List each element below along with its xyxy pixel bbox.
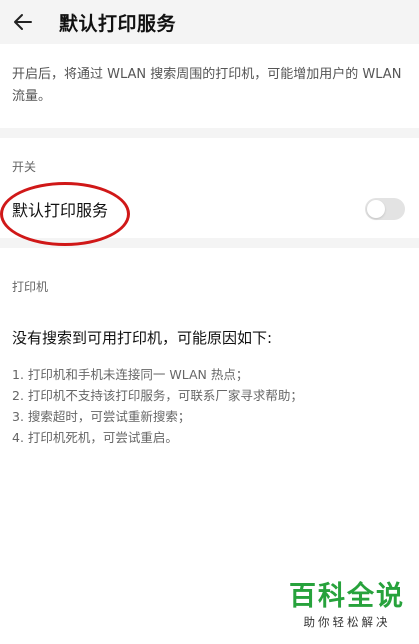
printer-section-label: 打印机 bbox=[12, 280, 49, 294]
reason-item: 1. 打印机和手机未连接同一 WLAN 热点； bbox=[12, 367, 249, 382]
reason-item: 3. 搜索超时，可尝试重新搜索； bbox=[12, 409, 191, 424]
switch-section-label: 开关 bbox=[12, 160, 37, 174]
page-title: 默认打印服务 bbox=[59, 12, 177, 35]
default-print-service-label: 默认打印服务 bbox=[12, 201, 109, 220]
section-divider bbox=[0, 238, 419, 248]
default-print-service-toggle[interactable] bbox=[365, 198, 405, 220]
switch-section: 开关 默认打印服务 bbox=[0, 138, 419, 246]
watermark-logo: 百科全说 助你轻松解决 bbox=[289, 582, 405, 630]
arrow-left-icon bbox=[14, 14, 32, 30]
watermark-subtitle: 助你轻松解决 bbox=[303, 615, 391, 629]
no-printer-title: 没有搜索到可用打印机，可能原因如下: bbox=[12, 329, 273, 347]
app-header: 默认打印服务 bbox=[0, 0, 419, 44]
watermark-title: 百科全说 bbox=[289, 581, 405, 612]
toggle-knob bbox=[367, 200, 385, 218]
section-divider bbox=[0, 128, 419, 138]
reason-item: 2. 打印机不支持该打印服务，可联系厂家寻求帮助； bbox=[12, 388, 303, 403]
description-text: 开启后，将通过 WLAN 搜索周围的打印机，可能增加用户的 WLAN 流量。 bbox=[0, 44, 419, 128]
reason-list: 1. 打印机和手机未连接同一 WLAN 热点； 2. 打印机不支持该打印服务，可… bbox=[0, 364, 419, 448]
back-button[interactable] bbox=[10, 9, 36, 35]
reason-item: 4. 打印机死机，可尝试重启。 bbox=[12, 430, 178, 445]
default-print-service-row[interactable]: 默认打印服务 bbox=[0, 183, 419, 235]
